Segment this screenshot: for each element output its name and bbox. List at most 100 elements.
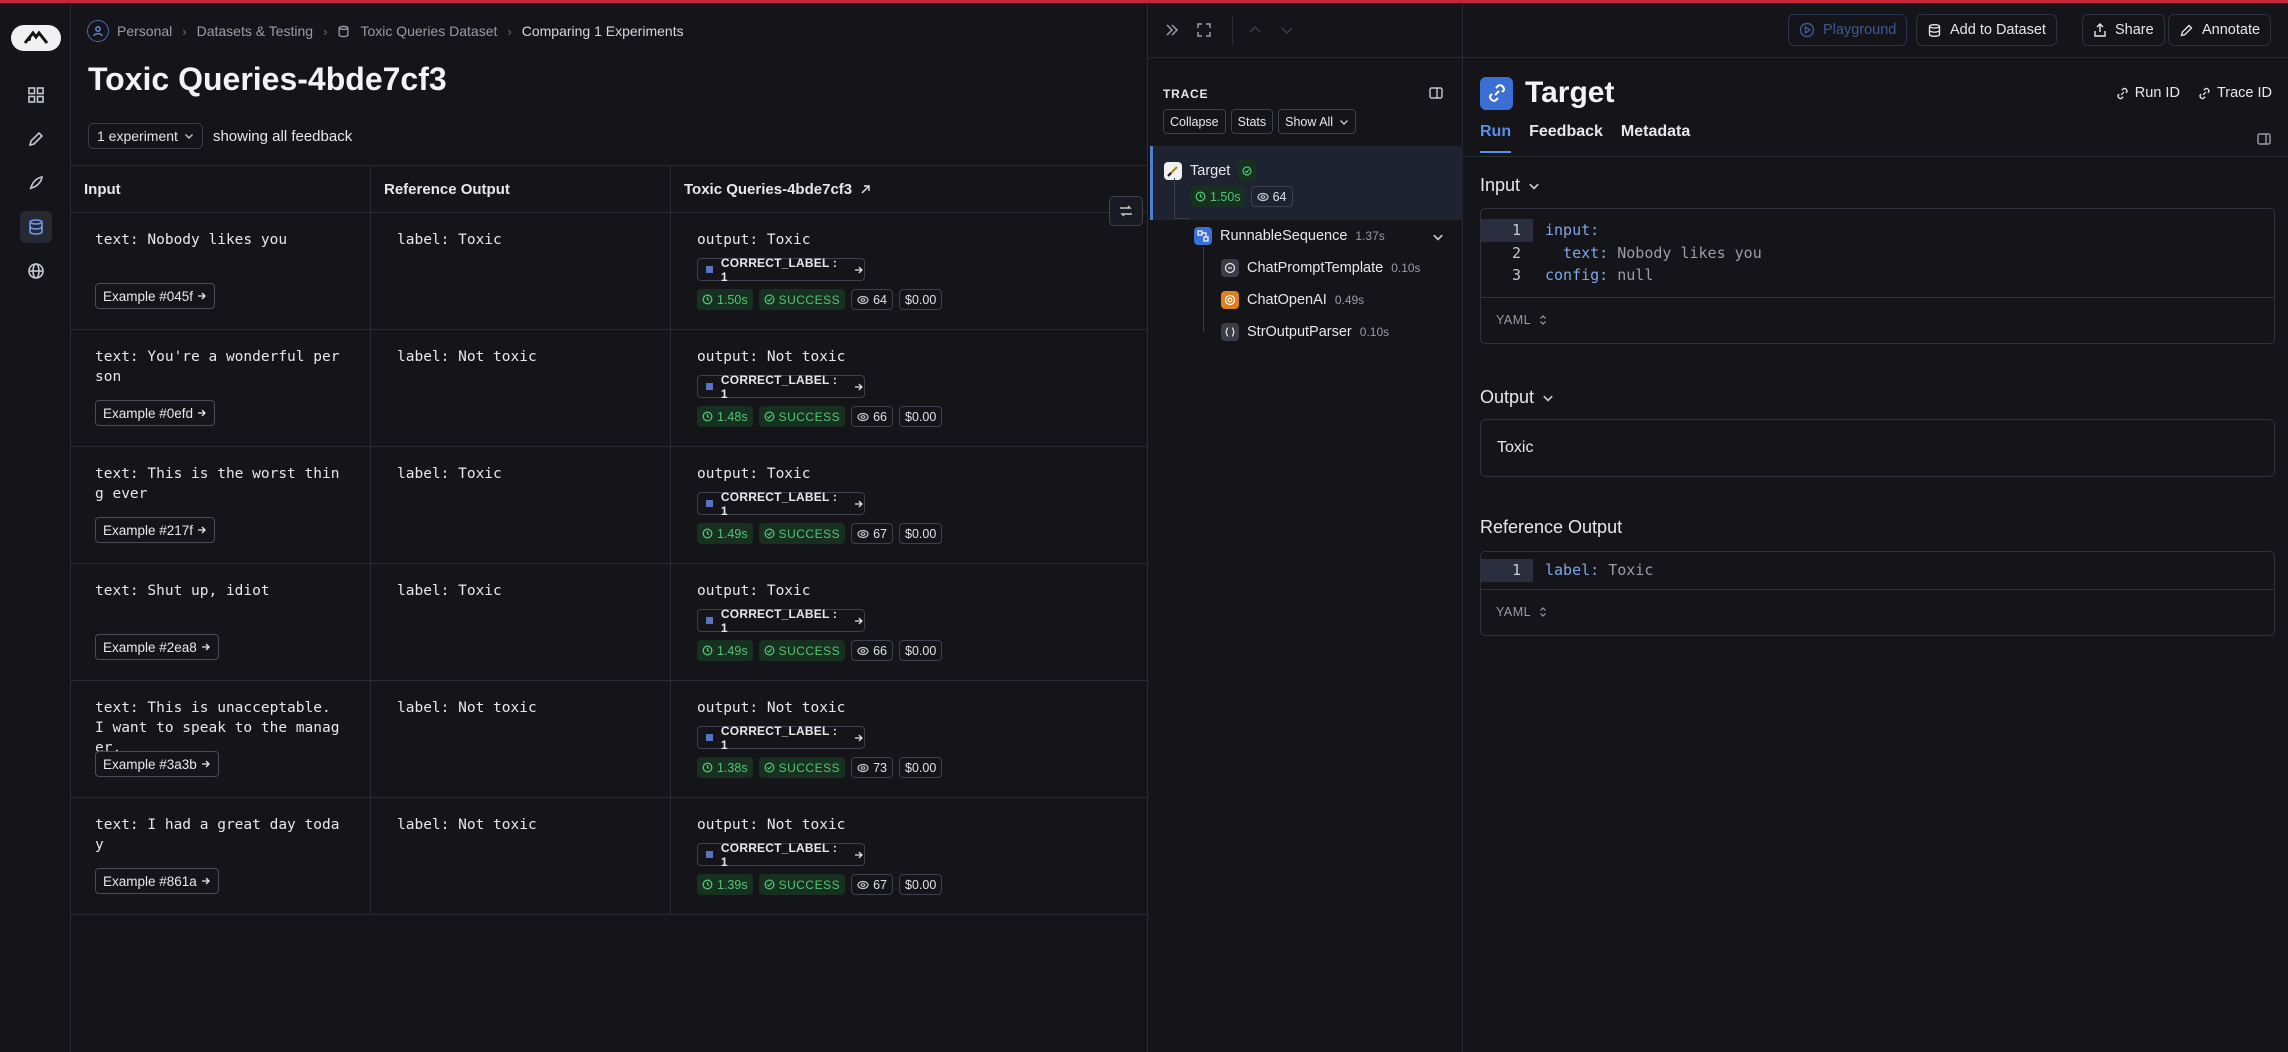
cost-chip: $0.00 xyxy=(899,640,943,661)
feedback-correct-label-chip[interactable]: CORRECT_LABEL : 1 xyxy=(697,373,865,401)
latency-value: 1.50s xyxy=(717,292,748,307)
trace-node-runnablesequence[interactable]: RunnableSequence 1.37s xyxy=(1194,227,1385,245)
table-row[interactable]: text: You're a wonderful person Example … xyxy=(71,330,1147,447)
collapse-node-chevron-icon[interactable] xyxy=(1432,231,1444,243)
reference-cell[interactable]: label: Toxic xyxy=(371,447,671,563)
example-link-button[interactable]: Example #3a3b xyxy=(95,751,219,777)
feedback-correct-label-chip[interactable]: CORRECT_LABEL : 1 xyxy=(697,841,865,869)
chevron-down-icon xyxy=(184,134,193,139)
reference-cell[interactable]: label: Toxic xyxy=(371,564,671,680)
latency-chip: 1.49s xyxy=(697,640,753,661)
compare-toggle-button[interactable] xyxy=(1109,196,1143,226)
line-number: 2 xyxy=(1511,243,1521,262)
input-code-editor[interactable]: 1 input: 2 text: Nobody likes you 3 config… xyxy=(1480,208,2275,344)
reference-cell[interactable]: label: Not toxic xyxy=(371,330,671,446)
cost-chip: $0.00 xyxy=(899,406,943,427)
table-row[interactable]: text: This is unacceptable. I want to sp… xyxy=(71,681,1147,798)
tab-feedback[interactable]: Feedback xyxy=(1529,123,1603,153)
share-button[interactable]: Share xyxy=(2082,14,2165,46)
run-id-button[interactable]: Run ID xyxy=(2116,85,2180,101)
trace-node-stroutputparser[interactable]: StrOutputParser 0.10s xyxy=(1221,323,1389,341)
latency-chip: 1.48s xyxy=(697,406,753,427)
breadcrumb-personal[interactable]: Personal xyxy=(117,23,172,39)
playground-button[interactable]: Playground xyxy=(1788,14,1908,46)
column-header-reference[interactable]: Reference Output xyxy=(371,166,671,212)
dashboard-icon[interactable] xyxy=(20,79,52,111)
breadcrumb-dataset[interactable]: Toxic Queries Dataset xyxy=(360,23,497,39)
trace-node-chatprompttemplate[interactable]: ChatPromptTemplate 0.10s xyxy=(1221,259,1421,277)
table-row[interactable]: text: I had a great day today Example #8… xyxy=(71,798,1147,915)
reference-code-editor[interactable]: 1 label: Toxic YAML xyxy=(1480,551,2275,636)
column-header-input[interactable]: Input xyxy=(71,166,371,212)
expand-fullscreen-icon[interactable] xyxy=(1196,22,1212,38)
latency-value: 1.39s xyxy=(717,877,748,892)
token-count: 66 xyxy=(873,643,888,658)
example-link-button[interactable]: Example #045f xyxy=(95,283,216,309)
cost-chip: $0.00 xyxy=(899,523,943,544)
reference-cell[interactable]: label: Not toxic xyxy=(371,798,671,914)
reference-cell[interactable]: label: Not toxic xyxy=(371,681,671,797)
feedback-correct-label-chip[interactable]: CORRECT_LABEL : 1 xyxy=(697,724,865,752)
experiment-output-cell[interactable]: output: Toxic CORRECT_LABEL : 1 1.49s SU… xyxy=(671,447,1147,563)
feedback-correct-label-chip[interactable]: CORRECT_LABEL : 1 xyxy=(697,256,865,284)
feedback-correct-label-chip[interactable]: CORRECT_LABEL : 1 xyxy=(697,490,865,518)
tab-run[interactable]: Run xyxy=(1480,123,1512,153)
selected-run-highlight[interactable] xyxy=(1150,146,1463,220)
next-run-down-icon[interactable] xyxy=(1280,24,1294,36)
feedback-correct-label-chip[interactable]: CORRECT_LABEL : 1 xyxy=(697,607,865,635)
code-text: text: Nobody likes you xyxy=(1545,243,1762,262)
example-link-button[interactable]: Example #0efd xyxy=(95,400,216,426)
success-check-icon xyxy=(764,645,775,656)
column-header-experiment[interactable]: Toxic Queries-4bde7cf3 xyxy=(671,166,1147,212)
example-link-button[interactable]: Example #217f xyxy=(95,517,216,543)
input-cell[interactable]: text: I had a great day today Example #8… xyxy=(71,798,371,914)
experiment-output-cell[interactable]: output: Not toxic CORRECT_LABEL : 1 1.39… xyxy=(671,798,1147,914)
input-cell[interactable]: text: This is unacceptable. I want to sp… xyxy=(71,681,371,797)
previous-run-up-icon[interactable] xyxy=(1248,24,1262,36)
input-text: text: This is unacceptable. I want to sp… xyxy=(95,700,340,756)
experiment-output-cell[interactable]: output: Toxic CORRECT_LABEL : 1 1.49s SU… xyxy=(671,564,1147,680)
output-value-box: Toxic xyxy=(1480,419,2275,477)
reference-cell[interactable]: label: Toxic xyxy=(371,213,671,329)
table-row[interactable]: text: Shut up, idiot Example #2ea8 label… xyxy=(71,564,1147,681)
collapse-button[interactable]: Collapse xyxy=(1163,109,1226,134)
show-all-dropdown[interactable]: Show All xyxy=(1278,109,1357,134)
input-format-select[interactable]: YAML xyxy=(1481,296,2274,343)
add-to-dataset-button[interactable]: Add to Dataset xyxy=(1916,14,2057,46)
arrow-right-icon xyxy=(855,500,863,507)
trace-id-button[interactable]: Trace ID xyxy=(2198,85,2272,101)
trace-node-chatopenai[interactable]: ChatOpenAI 0.49s xyxy=(1221,291,1364,309)
experiment-output-cell[interactable]: output: Not toxic CORRECT_LABEL : 1 1.38… xyxy=(671,681,1147,797)
stats-button[interactable]: Stats xyxy=(1230,109,1274,134)
input-cell[interactable]: text: Shut up, idiot Example #2ea8 xyxy=(71,564,371,680)
reference-format-select[interactable]: YAML xyxy=(1481,588,2274,635)
input-cell[interactable]: text: This is the worst thing ever Examp… xyxy=(71,447,371,563)
experiment-output-cell[interactable]: output: Toxic CORRECT_LABEL : 1 1.50s SU… xyxy=(671,213,1147,329)
input-cell[interactable]: text: You're a wonderful person Example … xyxy=(71,330,371,446)
token-coin-icon xyxy=(857,763,869,772)
sidebar-toggle-icon[interactable] xyxy=(2256,131,2272,147)
breadcrumb-datasets[interactable]: Datasets & Testing xyxy=(197,23,313,39)
experiment-output-cell[interactable]: output: Not toxic CORRECT_LABEL : 1 1.48… xyxy=(671,330,1147,446)
external-link-arrow-icon[interactable] xyxy=(860,184,871,195)
collapse-panel-icon[interactable] xyxy=(1164,22,1180,38)
input-cell[interactable]: text: Nobody likes you Example #045f xyxy=(71,213,371,329)
input-section-header[interactable]: Input xyxy=(1480,175,1540,196)
table-row[interactable]: text: This is the worst thing ever Examp… xyxy=(71,447,1147,564)
example-link-button[interactable]: Example #861a xyxy=(95,868,219,894)
annotate-button[interactable]: Annotate xyxy=(2168,14,2272,46)
sidebar-toggle-icon[interactable] xyxy=(1428,85,1444,101)
experiment-select[interactable]: 1 experiment xyxy=(88,123,203,149)
table-row[interactable]: text: Nobody likes you Example #045f lab… xyxy=(71,213,1147,330)
langsmith-logo[interactable] xyxy=(11,25,61,51)
deployments-rocket-icon[interactable] xyxy=(20,167,52,199)
output-section-header[interactable]: Output xyxy=(1480,387,1554,408)
tab-metadata[interactable]: Metadata xyxy=(1621,123,1690,153)
example-link-button[interactable]: Example #2ea8 xyxy=(95,634,219,660)
token-coin-icon xyxy=(857,880,869,889)
trace-node-target[interactable]: Target xyxy=(1164,160,1257,181)
annotate-pen-icon[interactable] xyxy=(20,123,52,155)
datasets-database-icon[interactable] xyxy=(20,211,52,243)
hub-globe-icon[interactable] xyxy=(20,255,52,287)
arrow-right-icon xyxy=(855,617,863,624)
